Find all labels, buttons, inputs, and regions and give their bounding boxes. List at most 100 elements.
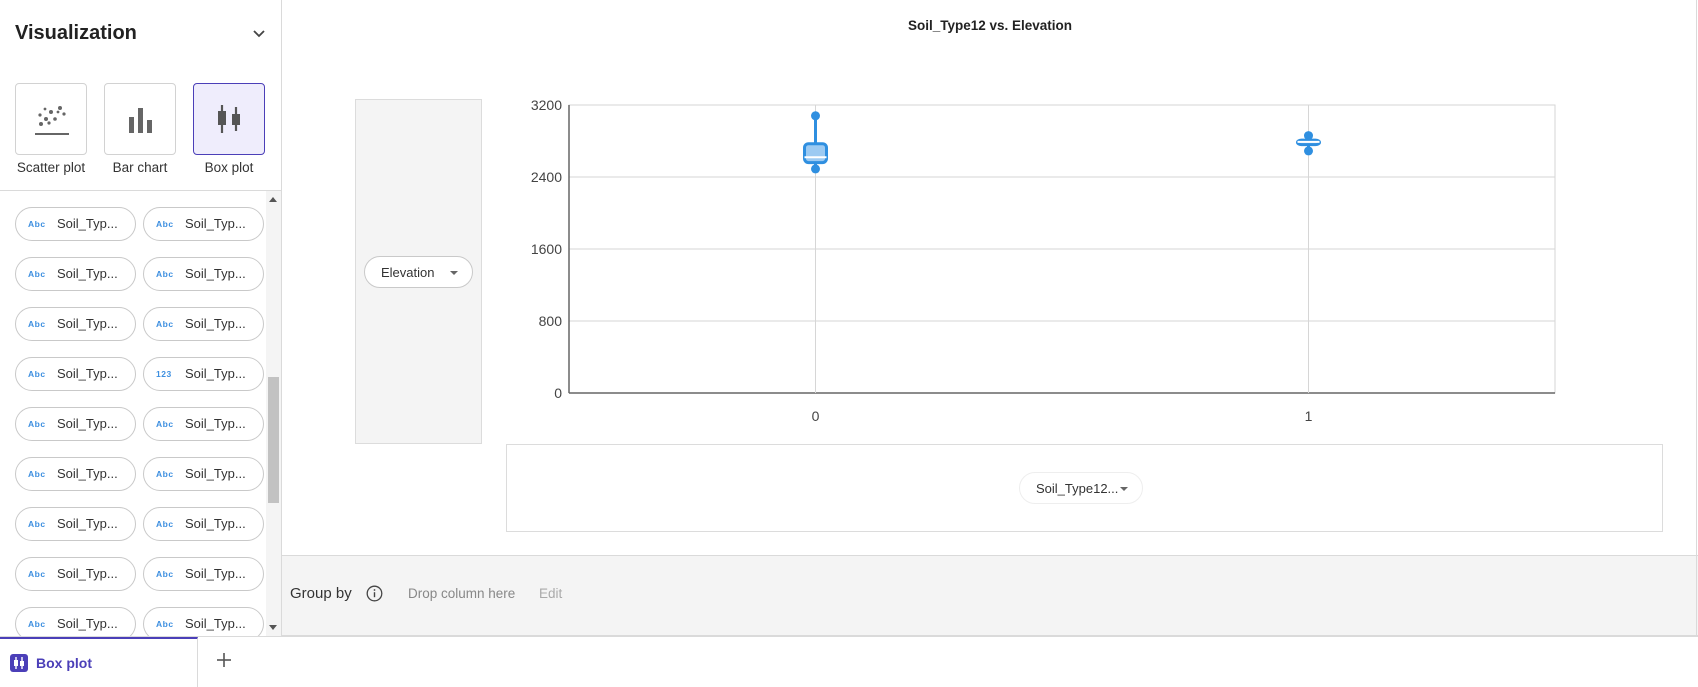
min-point	[1304, 146, 1313, 156]
text-type-icon: Abc	[28, 619, 46, 629]
column-pill[interactable]: Abc Soil_Typ...	[15, 457, 136, 491]
y-axis-column-selector[interactable]: Elevation	[364, 256, 473, 288]
column-pill-label: Soil_Typ...	[57, 316, 118, 331]
text-type-icon: Abc	[156, 519, 174, 529]
column-list-scrollbar[interactable]	[266, 191, 281, 636]
right-border	[1696, 0, 1697, 636]
y-tick-label: 800	[539, 313, 563, 329]
sidebar-header: Visualization	[15, 18, 267, 48]
column-pill-label: Soil_Typ...	[185, 616, 246, 631]
numeric-type-icon: 123	[156, 369, 172, 379]
text-type-icon: Abc	[28, 369, 46, 379]
group-by-drop-zone[interactable]: Drop column here	[408, 586, 515, 601]
column-pill[interactable]: Abc Soil_Typ...	[15, 307, 136, 341]
x-axis-drop-zone[interactable]: Soil_Type12...	[506, 444, 1663, 532]
chart-title: Soil_Type12 vs. Elevation	[907, 18, 1073, 33]
column-pill[interactable]: Abc Soil_Typ...	[143, 607, 264, 636]
text-type-icon: Abc	[156, 419, 174, 429]
scroll-down-arrow-icon[interactable]	[269, 625, 277, 630]
column-pill-label: Soil_Typ...	[57, 216, 118, 231]
text-type-icon: Abc	[156, 219, 174, 229]
y-axis-drop-zone[interactable]: Elevation	[355, 99, 482, 444]
max-point	[1304, 131, 1313, 141]
column-pill-label: Soil_Typ...	[57, 566, 118, 581]
column-pill-label: Soil_Typ...	[185, 566, 246, 581]
caret-down-icon	[1120, 487, 1128, 491]
column-pill[interactable]: Abc Soil_Typ...	[15, 507, 136, 541]
column-pill[interactable]: Abc Soil_Typ...	[143, 307, 264, 341]
column-pill[interactable]: Abc Soil_Typ...	[15, 207, 136, 241]
column-pill[interactable]: Abc Soil_Typ...	[15, 557, 136, 591]
text-type-icon: Abc	[28, 219, 46, 229]
bar-chart-icon	[104, 83, 176, 155]
y-tick-label: 3200	[531, 97, 562, 113]
viz-type-bar[interactable]: Bar chart	[96, 83, 184, 175]
viz-label-bar: Bar chart	[112, 160, 168, 175]
viz-type-box[interactable]: Box plot	[185, 83, 273, 175]
sidebar-title: Visualization	[15, 22, 137, 44]
column-pill[interactable]: Abc Soil_Typ...	[143, 257, 264, 291]
column-pill[interactable]: Abc Soil_Typ...	[143, 407, 264, 441]
box-iqr	[803, 142, 828, 165]
group-by-label: Group by	[290, 585, 352, 602]
info-icon[interactable]	[366, 585, 383, 602]
x-axis-column-label: Soil_Type12...	[1036, 480, 1119, 496]
column-pill[interactable]: Abc Soil_Typ...	[15, 257, 136, 291]
column-pill-label: Soil_Typ...	[185, 516, 246, 531]
column-pill-label: Soil_Typ...	[57, 366, 118, 381]
column-pill-label: Soil_Typ...	[57, 616, 118, 631]
y-tick-label: 0	[554, 385, 562, 401]
column-pill-label: Soil_Typ...	[185, 216, 246, 231]
x-axis-column-selector[interactable]: Soil_Type12...	[1019, 472, 1143, 504]
column-pill-label: Soil_Typ...	[185, 366, 246, 381]
x-tick-label: 1	[1305, 408, 1313, 424]
text-type-icon: Abc	[28, 469, 46, 479]
column-pill[interactable]: Abc Soil_Typ...	[143, 557, 264, 591]
text-type-icon: Abc	[28, 319, 46, 329]
scroll-up-arrow-icon[interactable]	[269, 197, 277, 202]
viz-type-scatter[interactable]: Scatter plot	[7, 83, 95, 175]
y-axis-column-label: Elevation	[381, 264, 435, 280]
tab-box-plot[interactable]: Box plot	[0, 637, 198, 687]
group-by-edit-button[interactable]: Edit	[539, 586, 562, 601]
text-type-icon: Abc	[156, 469, 174, 479]
column-pill-label: Soil_Typ...	[185, 466, 246, 481]
column-pill-label: Soil_Typ...	[57, 416, 118, 431]
max-point	[811, 111, 820, 121]
column-pill-label: Soil_Typ...	[185, 316, 246, 331]
text-type-icon: Abc	[156, 569, 174, 579]
viz-type-picker: Scatter plot Bar chart Box plot	[15, 83, 275, 178]
column-pill[interactable]: Abc Soil_Typ...	[15, 407, 136, 441]
box-plot-tab-icon	[10, 654, 28, 672]
column-pill[interactable]: Abc Soil_Typ...	[15, 607, 136, 636]
tab-label: Box plot	[36, 655, 92, 671]
text-type-icon: Abc	[156, 319, 174, 329]
text-type-icon: Abc	[28, 569, 46, 579]
text-type-icon: Abc	[28, 269, 46, 279]
box-plot-icon	[193, 83, 265, 155]
box-plot-chart: 0 800 1600 2400 3200 0 1	[531, 97, 1556, 424]
column-pill-label: Soil_Typ...	[185, 416, 246, 431]
column-pill[interactable]: Abc Soil_Typ...	[15, 357, 136, 391]
column-pill-label: Soil_Typ...	[57, 466, 118, 481]
column-pill[interactable]: Abc Soil_Typ...	[143, 507, 264, 541]
text-type-icon: Abc	[28, 419, 46, 429]
column-pill[interactable]: Abc Soil_Typ...	[143, 207, 264, 241]
x-tick-label: 0	[812, 408, 820, 424]
column-pill[interactable]: Abc Soil_Typ...	[143, 457, 264, 491]
column-pill-label: Soil_Typ...	[185, 266, 246, 281]
plus-icon[interactable]	[212, 648, 236, 672]
group-by-bar: Group by Drop column here Edit	[282, 555, 1698, 636]
text-type-icon: Abc	[156, 619, 174, 629]
column-pill[interactable]: 123 Soil_Typ...	[143, 357, 264, 391]
scatter-plot-icon	[15, 83, 87, 155]
scrollbar-thumb[interactable]	[268, 377, 279, 503]
chevron-down-icon[interactable]	[251, 25, 267, 41]
viz-label-scatter: Scatter plot	[16, 160, 86, 175]
viz-label-box: Box plot	[204, 160, 254, 175]
column-pill-label: Soil_Typ...	[57, 516, 118, 531]
text-type-icon: Abc	[28, 519, 46, 529]
y-tick-label: 1600	[531, 241, 562, 257]
tab-bar: Box plot	[0, 636, 1698, 687]
column-pill-label: Soil_Typ...	[57, 266, 118, 281]
